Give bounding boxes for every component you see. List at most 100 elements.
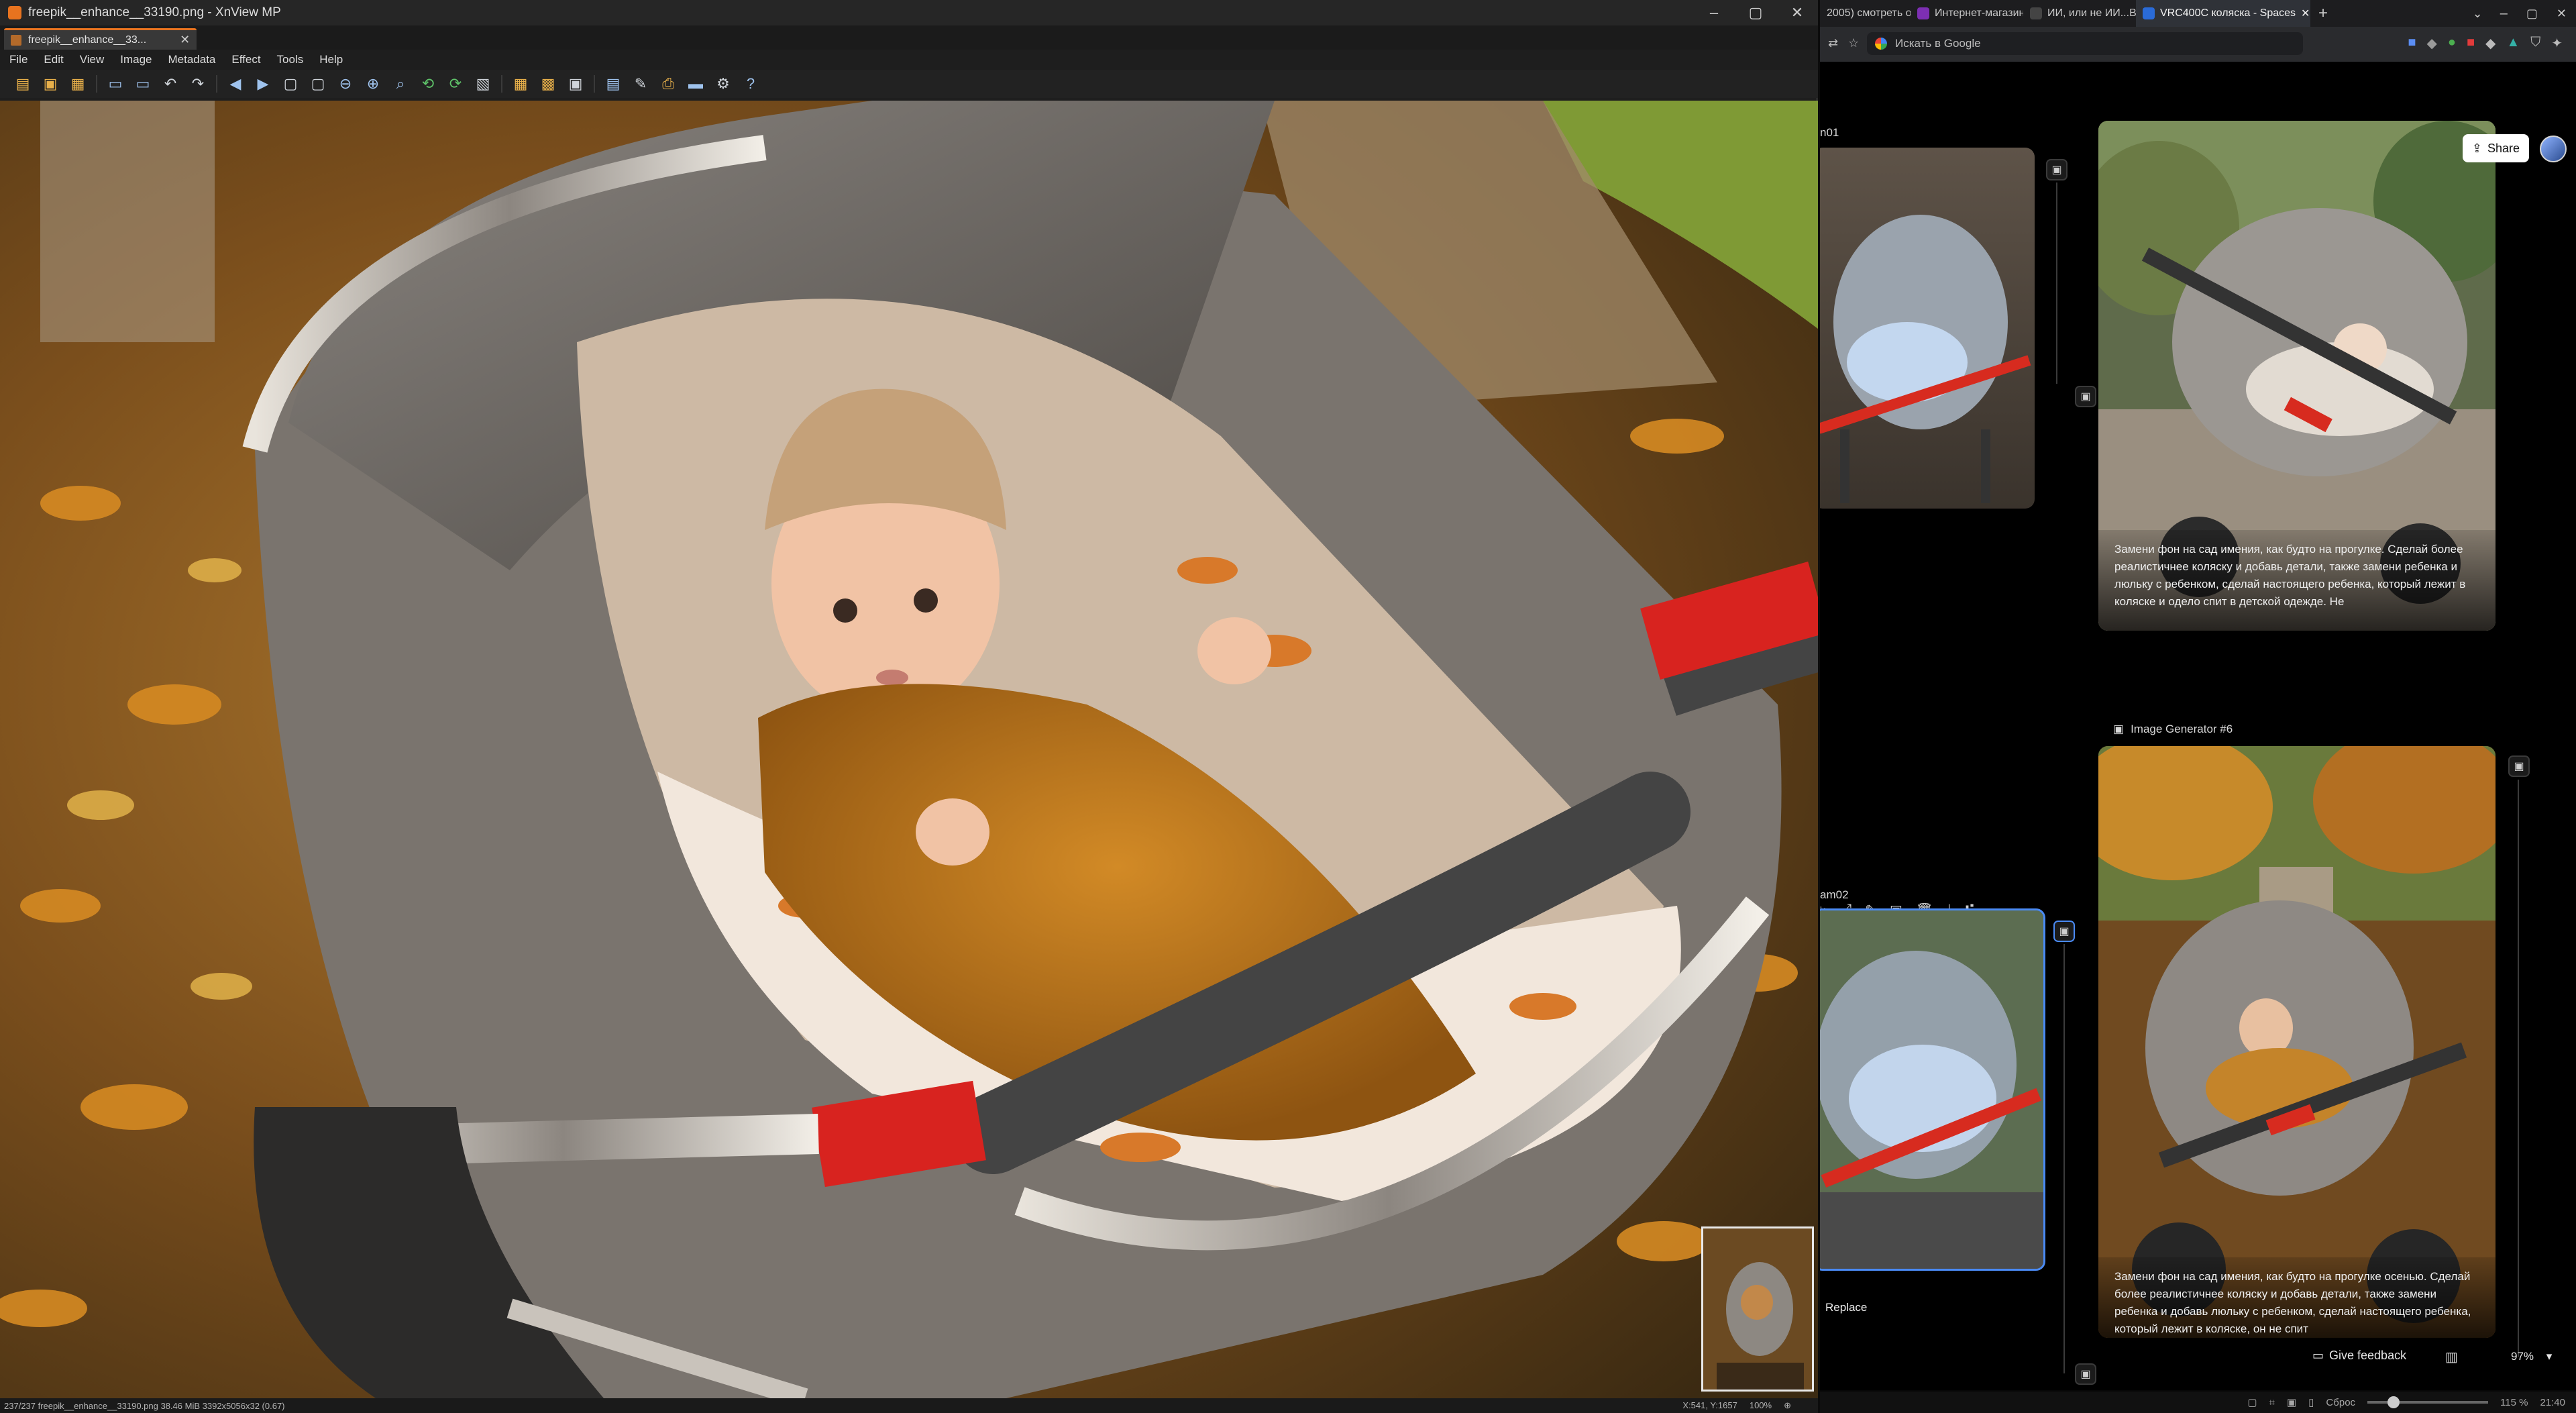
menu-tools[interactable]: Tools	[277, 53, 304, 66]
fullscreen-icon[interactable]: ▦	[68, 74, 87, 93]
screen-icon[interactable]: ▬	[686, 74, 705, 93]
browser-tab-1[interactable]: 2005) смотреть о	[1820, 0, 1911, 27]
last-image-icon[interactable]: ▢	[309, 74, 327, 93]
open-folder-icon[interactable]: ▣	[41, 74, 60, 93]
extension-icon[interactable]: ■	[2408, 35, 2416, 52]
menu-file[interactable]: File	[9, 53, 28, 66]
tab-close-icon[interactable]: ✕	[2301, 7, 2310, 20]
chevron-down-icon: ▾	[2546, 1350, 2553, 1363]
browser-tab-4[interactable]: VRC400C коляска - Spaces ✕	[2136, 0, 2310, 27]
share-button[interactable]: ⇪ Share	[2462, 134, 2529, 162]
google-icon	[1875, 38, 1887, 50]
crop-icon[interactable]: ▧	[474, 74, 492, 93]
replace-button[interactable]: Replace	[1821, 1300, 1872, 1316]
xnview-statusbar: 237/237 freepik__enhance__33190.png 38.4…	[0, 1398, 1818, 1413]
minimize-icon[interactable]: –	[1693, 0, 1735, 25]
image-port-icon[interactable]: ▣	[2508, 755, 2530, 777]
edit-icon[interactable]: ✎	[631, 74, 650, 93]
toolbar-separator	[96, 75, 97, 93]
rotate-left-icon[interactable]: ⟲	[419, 74, 437, 93]
extension-icon[interactable]: ◆	[2426, 35, 2436, 52]
node-connection-line	[2063, 944, 2065, 1373]
node-1-image[interactable]	[1820, 148, 2035, 509]
translate-icon[interactable]: ⇄	[1828, 36, 1838, 50]
save-as-icon[interactable]: ▭	[133, 74, 152, 93]
undo-icon[interactable]: ↶	[161, 74, 180, 93]
browser-tab-3[interactable]: ИИ, или не ИИ...Вио н	[2023, 0, 2136, 27]
zoom-status-icon[interactable]: ⊕	[1784, 1400, 1791, 1411]
effects-icon[interactable]: ▩	[539, 74, 557, 93]
slideshow-icon[interactable]: ▣	[566, 74, 585, 93]
browser-mode-icon[interactable]: ▤	[13, 74, 32, 93]
bookmark-icon[interactable]: ☆	[1848, 36, 1859, 50]
print-icon[interactable]: ⎙	[659, 74, 678, 93]
crop-icon[interactable]: ⌗	[2269, 1397, 2275, 1408]
first-image-icon[interactable]: ▢	[281, 74, 300, 93]
maximize-icon[interactable]: ▢	[1735, 0, 1776, 25]
navigator-thumbnail[interactable]	[1701, 1226, 1814, 1392]
previous-image-icon[interactable]: ◀	[226, 74, 245, 93]
menu-metadata[interactable]: Metadata	[168, 53, 216, 66]
canvas-zoom-select[interactable]: 97% ▾	[2511, 1350, 2552, 1363]
settings-gear-icon[interactable]: ⚙	[714, 74, 733, 93]
toolbar-separator	[594, 75, 595, 93]
menu-effect[interactable]: Effect	[231, 53, 260, 66]
tab-close-icon[interactable]: ✕	[180, 33, 190, 47]
redo-icon[interactable]: ↷	[189, 74, 207, 93]
image-port-icon[interactable]: ▣	[2053, 921, 2075, 942]
screenshot-icon[interactable]: ▢	[2247, 1396, 2257, 1408]
generated-image-node-top[interactable]: Замени фон на сад имения, как будто на п…	[2098, 121, 2496, 631]
menu-help[interactable]: Help	[319, 53, 343, 66]
puzzle-icon[interactable]: ✦	[2551, 35, 2563, 52]
browser-minimize-icon[interactable]: –	[2491, 6, 2517, 21]
image-port-icon[interactable]: ▣	[2075, 386, 2096, 407]
zoom-fit-icon[interactable]: ⌕	[391, 74, 410, 93]
extension-icon[interactable]: ◆	[2485, 35, 2496, 52]
save-icon[interactable]: ▭	[106, 74, 125, 93]
zoom-slider-handle[interactable]	[2387, 1396, 2400, 1408]
node-2-label: Image Generator #6	[2131, 723, 2233, 735]
browser-maximize-icon[interactable]: ▢	[2517, 7, 2547, 21]
menu-view[interactable]: View	[80, 53, 105, 66]
user-avatar[interactable]	[2540, 136, 2567, 162]
extension-icon[interactable]: ●	[2448, 35, 2456, 52]
zoom-out-icon[interactable]: ⊖	[336, 74, 355, 93]
xnview-toolbar: ▤ ▣ ▦ ▭ ▭ ↶ ↷ ◀ ▶ ▢ ▢ ⊖ ⊕ ⌕ ⟲ ⟳ ▧ ▦ ▩ ▣ …	[0, 70, 1818, 98]
xnview-image-tab[interactable]: freepik__enhance__33... ✕	[4, 28, 197, 50]
node-3-image[interactable]	[1820, 908, 2045, 1271]
image-port-icon[interactable]: ▣	[2075, 1363, 2096, 1385]
book-icon[interactable]: ▥	[2445, 1349, 2458, 1365]
shield-icon[interactable]: ⛉	[2530, 35, 2540, 52]
help-icon[interactable]: ?	[741, 74, 760, 93]
feedback-label: Give feedback	[2329, 1349, 2407, 1362]
reset-zoom-label[interactable]: Сброс	[2326, 1397, 2355, 1408]
node-2-header: ▣ Image Generator #6	[2113, 723, 2233, 736]
zoom-in-icon[interactable]: ⊕	[364, 74, 382, 93]
node-connection-line	[2518, 780, 2519, 1357]
adjust-icon[interactable]: ▦	[511, 74, 530, 93]
rotate-right-icon[interactable]: ⟳	[446, 74, 465, 93]
browser-tab-2[interactable]: Интернет-магазин W	[1911, 0, 2023, 27]
generated-image-node-bottom[interactable]: Замени фон на сад имения, как будто на п…	[2098, 746, 2496, 1338]
properties-icon[interactable]: ▤	[604, 74, 623, 93]
extension-icon[interactable]: ▲	[2506, 35, 2520, 52]
page-icon[interactable]: ▯	[2308, 1396, 2314, 1408]
status-file-info: 237/237 freepik__enhance__33190.png 38.4…	[4, 1400, 285, 1411]
give-feedback-button[interactable]: ▭ Give feedback	[2312, 1349, 2406, 1363]
next-image-icon[interactable]: ▶	[254, 74, 272, 93]
extension-icon[interactable]: ■	[2467, 35, 2475, 52]
spaces-canvas[interactable]: n01 ▣ ▣ Замени фон на сад имения, как бу…	[1820, 62, 2576, 1390]
tab-search-icon[interactable]: ⌄	[2465, 7, 2491, 21]
new-tab-icon[interactable]: +	[2318, 4, 2328, 23]
close-icon[interactable]: ✕	[1776, 0, 1818, 25]
address-bar[interactable]: Искать в Google	[1867, 32, 2303, 55]
image-viewer[interactable]	[0, 101, 1818, 1398]
browser-close-icon[interactable]: ✕	[2547, 7, 2576, 21]
picture-icon[interactable]: ▣	[2287, 1396, 2296, 1408]
image-port-icon[interactable]: ▣	[2046, 159, 2068, 180]
menu-edit[interactable]: Edit	[44, 53, 63, 66]
zoom-slider[interactable]	[2367, 1396, 2489, 1408]
clock: 21:40	[2540, 1396, 2565, 1408]
menu-image[interactable]: Image	[120, 53, 152, 66]
xnview-app-icon	[8, 6, 21, 19]
